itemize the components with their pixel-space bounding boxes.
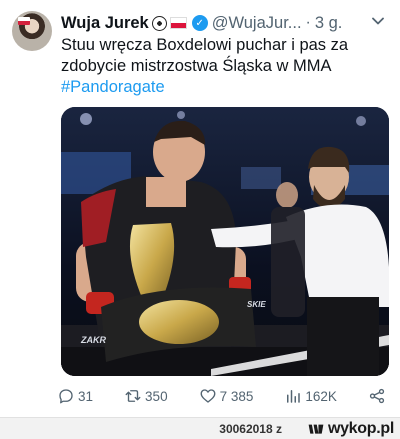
tweet-actions: 31 350 7 385 162K — [57, 383, 389, 409]
verified-badge-icon: ✓ — [191, 15, 208, 31]
like-button[interactable]: 7 385 — [199, 387, 254, 405]
tweet-media-video[interactable]: ZAKR SKIE — [61, 107, 389, 376]
footer-user-text: 30062018 z — [219, 422, 282, 436]
arena-screen — [241, 167, 281, 189]
poland-flag-icon — [169, 17, 187, 29]
ring-sponsor-text: ZAKR — [80, 335, 106, 345]
media-scene: ZAKR SKIE — [61, 107, 389, 376]
chevron-down-icon — [372, 17, 384, 25]
author-handle[interactable]: @WujaJur... — [212, 14, 302, 33]
reply-count: 31 — [78, 388, 94, 404]
tweet-text-line: zdobycie mistrzostwa Śląska w MMA — [61, 57, 332, 75]
tweet-card[interactable]: Wuja Jurek ✓ @WujaJur... · 3 g. Stuu wrę… — [0, 0, 400, 417]
tweet-timestamp[interactable]: 3 g. — [315, 14, 343, 33]
reply-button[interactable]: 31 — [57, 387, 93, 405]
share-icon — [369, 388, 385, 404]
soccer-ball-icon — [151, 15, 167, 31]
like-count: 7 385 — [219, 388, 254, 404]
more-options-button[interactable] — [366, 9, 390, 33]
header-separator: · — [305, 14, 311, 31]
share-button[interactable] — [368, 387, 389, 405]
views-button[interactable]: 162K — [284, 387, 337, 405]
arena-light — [80, 113, 92, 125]
analytics-icon — [287, 390, 301, 403]
retweet-count: 350 — [145, 388, 168, 404]
wykop-logo-icon — [308, 424, 324, 434]
wykop-footer: 30062018 z wykop.pl — [0, 417, 400, 439]
hashtag-link[interactable]: #Pandoragate — [61, 77, 391, 98]
tweet-text-line: Stuu wręcza Boxdelowi puchar i pas za — [61, 36, 349, 54]
wykop-logo-link[interactable]: wykop.pl — [307, 420, 394, 438]
author-name[interactable]: Wuja Jurek — [61, 14, 149, 33]
author-avatar[interactable] — [12, 11, 52, 51]
reply-icon — [59, 389, 73, 404]
ring-sponsor-text: SKIE — [247, 300, 266, 309]
retweet-icon — [125, 390, 141, 402]
avatar-flag-icon — [18, 17, 30, 25]
belt-plate — [139, 300, 219, 344]
arena-light — [177, 111, 185, 119]
views-count: 162K — [305, 388, 337, 404]
arena-light — [356, 116, 366, 126]
tweet-text: Stuu wręcza Boxdelowi puchar i pas za zd… — [61, 35, 391, 98]
wykop-site-name: wykop.pl — [327, 420, 394, 437]
heart-icon — [200, 389, 216, 403]
retweet-button[interactable]: 350 — [124, 387, 168, 405]
tweet-header: Wuja Jurek ✓ @WujaJur... · 3 g. — [61, 12, 391, 34]
